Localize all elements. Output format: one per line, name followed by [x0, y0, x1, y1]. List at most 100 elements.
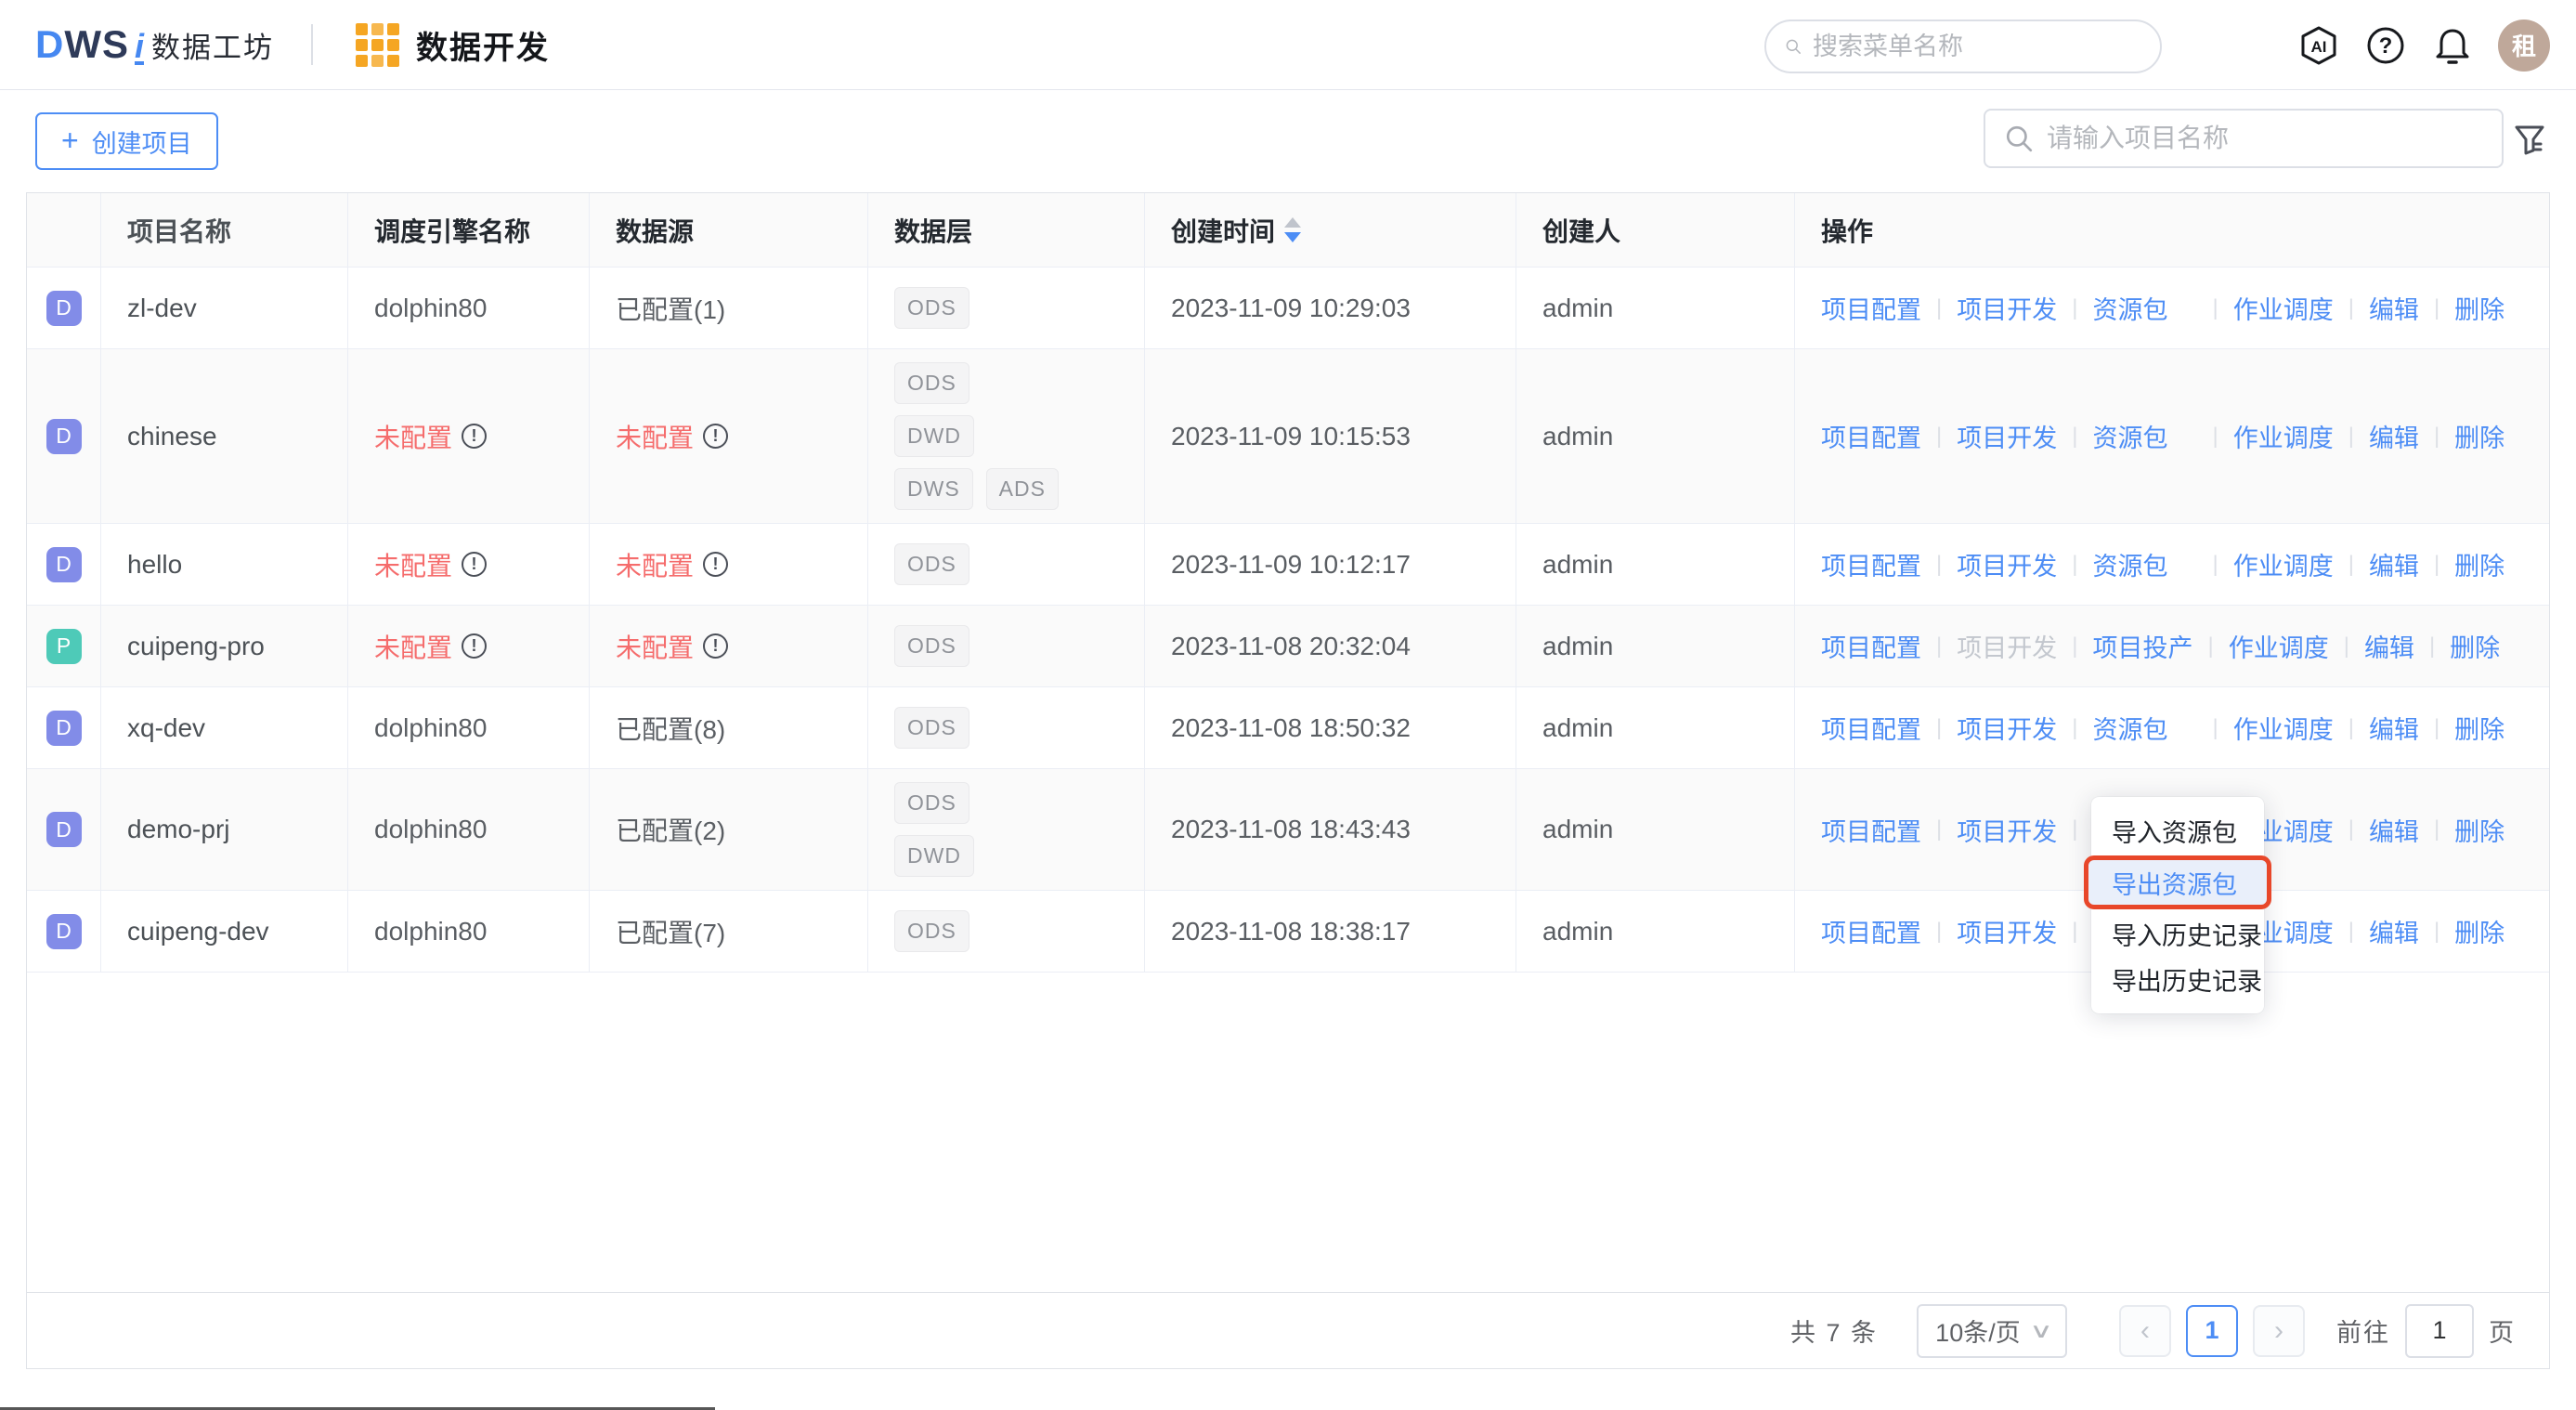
- action-link[interactable]: 项目开发: [1957, 913, 2057, 949]
- action-separator: |: [2072, 919, 2077, 945]
- sort-desc-icon[interactable]: [1284, 232, 1301, 242]
- action-link[interactable]: 项目配置: [1821, 913, 1921, 949]
- menu-item[interactable]: 导入资源包: [2091, 808, 2264, 854]
- info-icon[interactable]: !: [462, 633, 487, 659]
- action-separator: |: [2434, 295, 2439, 321]
- datasource-status-value: 未配置: [616, 546, 694, 583]
- created-time: 2023-11-08 18:50:32: [1145, 687, 1516, 768]
- project-filter-input[interactable]: [2047, 124, 2483, 153]
- action-separator: |: [2212, 552, 2218, 578]
- action-link[interactable]: 作业调度: [2233, 546, 2334, 582]
- action-link[interactable]: 项目开发: [1957, 710, 2057, 746]
- action-link[interactable]: 删除: [2454, 546, 2504, 582]
- action-link[interactable]: 删除: [2454, 290, 2504, 326]
- info-icon[interactable]: !: [462, 552, 487, 577]
- action-link[interactable]: 项目开发: [1957, 812, 2057, 848]
- resource-package-menu: 导入资源包导出资源包导入历史记录导出历史记录: [2091, 797, 2264, 1013]
- menu-item[interactable]: 导出历史记录: [2091, 957, 2264, 1002]
- data-layer-tags: ODSDWD: [894, 782, 1061, 877]
- prev-page-button[interactable]: ‹: [2119, 1305, 2171, 1357]
- engine-name: dolphin80: [348, 891, 590, 972]
- page-number-button[interactable]: 1: [2186, 1305, 2238, 1357]
- column-header: 数据层: [868, 193, 1145, 267]
- action-link[interactable]: 编辑: [2369, 913, 2419, 949]
- action-link[interactable]: 资源包: [2092, 418, 2167, 454]
- help-icon[interactable]: ?: [2364, 24, 2407, 67]
- action-link[interactable]: 项目配置: [1821, 290, 1921, 326]
- info-icon[interactable]: !: [703, 633, 728, 659]
- action-link[interactable]: 项目配置: [1821, 546, 1921, 582]
- action-link[interactable]: 项目配置: [1821, 628, 1921, 664]
- filter-funnel-icon[interactable]: [2509, 120, 2550, 161]
- action-link[interactable]: 项目配置: [1821, 812, 1921, 848]
- created-time: 2023-11-09 10:12:17: [1145, 524, 1516, 605]
- data-layer-tag: DWD: [894, 835, 974, 877]
- action-link[interactable]: 编辑: [2364, 628, 2414, 664]
- info-icon[interactable]: !: [703, 552, 728, 577]
- action-link[interactable]: 项目开发: [1957, 546, 2057, 582]
- menu-item[interactable]: 导入历史记录: [2091, 911, 2264, 957]
- engine-name-value: 未配置: [374, 546, 452, 583]
- action-separator: |: [2212, 424, 2218, 450]
- sort-carets-icon[interactable]: [1284, 217, 1301, 242]
- action-link[interactable]: 作业调度: [2229, 628, 2329, 664]
- action-link[interactable]: 项目开发: [1957, 418, 2057, 454]
- action-link[interactable]: 项目开发: [1957, 290, 2057, 326]
- info-icon[interactable]: !: [703, 424, 728, 449]
- column-header-label: 创建人: [1542, 212, 1620, 249]
- notification-bell-icon[interactable]: [2431, 24, 2474, 67]
- page-size-select[interactable]: 10条/页 ∨: [1917, 1304, 2067, 1358]
- user-avatar[interactable]: 租: [2498, 20, 2550, 72]
- plus-icon: +: [61, 125, 79, 155]
- next-page-button[interactable]: ›: [2253, 1305, 2305, 1357]
- project-row: Dxq-devdolphin80已配置(8)ODS2023-11-08 18:5…: [27, 687, 2549, 769]
- sort-asc-icon[interactable]: [1284, 217, 1301, 228]
- data-layer-tags: ODS: [894, 287, 969, 329]
- action-link[interactable]: 项目投产: [2092, 628, 2192, 664]
- action-link[interactable]: 编辑: [2369, 710, 2419, 746]
- action-link[interactable]: 作业调度: [2233, 710, 2334, 746]
- action-link[interactable]: 编辑: [2369, 546, 2419, 582]
- action-link[interactable]: 删除: [2454, 812, 2504, 848]
- action-link[interactable]: 项目配置: [1821, 418, 1921, 454]
- menu-search[interactable]: [1764, 20, 2162, 73]
- action-link[interactable]: 资源包: [2092, 290, 2167, 326]
- project-badge-cell: D: [27, 687, 101, 768]
- action-link[interactable]: 删除: [2450, 628, 2500, 664]
- toolbar: + 创建项目: [0, 90, 2576, 192]
- menu-item-highlighted[interactable]: 导出资源包: [2084, 855, 2271, 909]
- action-link[interactable]: 编辑: [2369, 812, 2419, 848]
- action-link[interactable]: 资源包: [2092, 710, 2167, 746]
- data-layer-tag: ODS: [894, 543, 969, 585]
- action-separator: |: [2348, 715, 2354, 741]
- datasource-status: 已配置(7): [590, 891, 868, 972]
- creator: admin: [1516, 524, 1795, 605]
- action-link: 项目开发: [1957, 628, 2057, 664]
- data-layers-cell: ODS: [868, 268, 1145, 348]
- project-name: xq-dev: [101, 687, 348, 768]
- sortable-column-header[interactable]: 创建时间: [1145, 193, 1516, 267]
- info-icon[interactable]: !: [462, 424, 487, 449]
- action-link[interactable]: 项目配置: [1821, 710, 1921, 746]
- project-filter[interactable]: [1984, 109, 2504, 168]
- action-link[interactable]: 作业调度: [2233, 418, 2334, 454]
- action-link[interactable]: 删除: [2454, 710, 2504, 746]
- ai-assistant-icon[interactable]: AI: [2297, 24, 2340, 67]
- action-separator: |: [1936, 295, 1942, 321]
- app-switcher[interactable]: 数据开发: [356, 22, 550, 68]
- action-separator: |: [2344, 633, 2349, 659]
- action-separator: |: [2072, 424, 2077, 450]
- action-link[interactable]: 作业调度: [2233, 290, 2334, 326]
- create-project-button[interactable]: + 创建项目: [35, 112, 218, 170]
- action-link[interactable]: 资源包: [2092, 546, 2167, 582]
- action-link[interactable]: 删除: [2454, 418, 2504, 454]
- goto-page-input[interactable]: [2405, 1304, 2474, 1358]
- action-link[interactable]: 编辑: [2369, 290, 2419, 326]
- action-link[interactable]: 删除: [2454, 913, 2504, 949]
- datasource-status-value: 已配置(2): [616, 811, 725, 848]
- menu-search-input[interactable]: [1813, 33, 2141, 61]
- brand-name: 数据工坊: [151, 24, 274, 66]
- action-link[interactable]: 编辑: [2369, 418, 2419, 454]
- column-header-label: 项目名称: [127, 212, 231, 249]
- action-separator: |: [2072, 816, 2077, 842]
